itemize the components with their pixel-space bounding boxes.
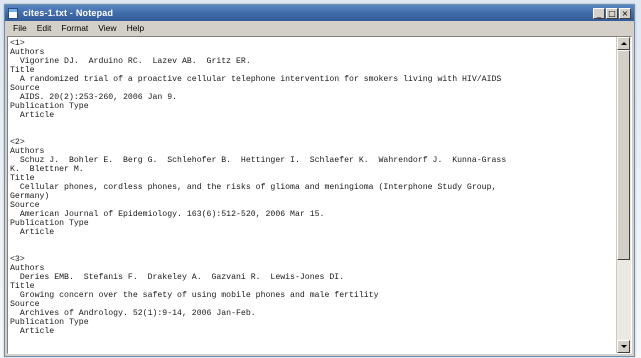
text-line: Cellular phones, cordless phones, and th… [10,183,497,192]
window-controls: _ □ × [593,7,631,19]
text-line [10,246,617,255]
notepad-app-icon[interactable] [8,7,18,19]
text-line: American Journal of Epidemiology. 163(6)… [10,210,325,219]
text-line [10,237,617,246]
text-line: Source [10,201,40,210]
scroll-down-button[interactable] [617,340,630,353]
text-line: Publication Type [10,219,89,228]
page: cites-1.txt - Notepad _ □ × File Edit Fo… [0,0,641,358]
text-area[interactable]: <1> Authors Vigorine DJ. Arduino RC. Laze… [8,37,617,353]
menu-file[interactable]: File [8,23,32,33]
text-line [10,336,617,345]
text-line: Vigorine DJ. Arduino RC. Lazev AB. Gritz… [10,57,251,66]
text-line: Title [10,282,35,291]
text-line: Schuz J. Bohler E. Berg G. Schlehofer B.… [10,156,507,165]
menu-help[interactable]: Help [122,23,149,33]
text-line [10,129,617,138]
title-bar[interactable]: cites-1.txt - Notepad _ □ × [5,5,634,21]
menu-bar: File Edit Format View Help [5,21,634,34]
text-line: <3> [10,255,25,264]
text-line [10,120,617,129]
menu-view[interactable]: View [93,23,121,33]
text-line: Germany) [10,192,50,201]
text-line: Title [10,66,35,75]
text-line: AIDS. 20(2):253-260, 2006 Jan 9. [10,93,178,102]
scroll-up-button[interactable] [617,37,630,50]
text-line: Publication Type [10,318,89,327]
menu-edit[interactable]: Edit [32,23,57,33]
window-title: cites-1.txt - Notepad [23,8,114,18]
menu-format[interactable]: Format [56,23,93,33]
text-line: Article [10,327,55,336]
close-button[interactable]: × [619,7,631,19]
text-editor[interactable]: <1> Authors Vigorine DJ. Arduino RC. Laze… [7,36,632,354]
text-line: Authors [10,147,45,156]
scroll-thumb[interactable] [617,50,630,260]
text-line: Authors [10,48,45,57]
text-line: Archives of Andrology. 52(1):9-14, 2006 … [10,309,256,318]
vertical-scrollbar[interactable] [616,37,631,353]
text-line: Source [10,84,40,93]
text-line: Deries EMB. Stefanis F. Drakeley A. Gazv… [10,273,345,282]
text-line: Source [10,300,40,309]
text-line: Publication Type [10,102,89,111]
notepad-window: cites-1.txt - Notepad _ □ × File Edit Fo… [4,4,635,357]
minimize-button[interactable]: _ [593,7,605,19]
text-line: <1> [10,39,25,48]
text-line: Title [10,174,35,183]
text-line: Growing concern over the safety of using… [10,291,379,300]
text-line: Article [10,228,55,237]
text-line: <2> [10,138,25,147]
text-line: Article [10,111,55,120]
text-line: K. Blettner M. [10,165,84,174]
text-line [10,345,617,353]
maximize-button[interactable]: □ [606,7,618,19]
text-line: A randomized trial of a proactive cellul… [10,75,502,84]
text-line: Authors [10,264,45,273]
